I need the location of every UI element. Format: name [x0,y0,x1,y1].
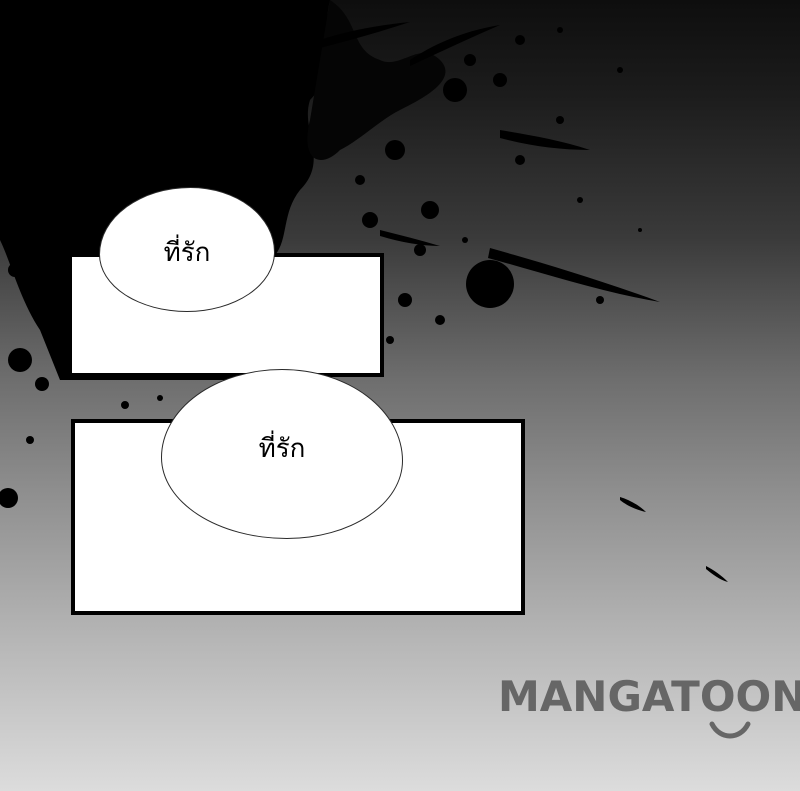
speech-bubble-top: ที่รัก [99,187,275,312]
speech-bubble-text: ที่รัก [163,237,211,268]
watermark-text: MANGATOON [498,672,800,721]
speech-bubble-text: ที่รัก [258,434,306,464]
mangatoon-watermark: MANGATOON [498,672,800,746]
speech-bubble-bottom: ที่รัก [161,369,403,539]
comic-page: ที่รัก ที่รัก MANGATOON [0,0,800,791]
smile-icon [709,721,751,739]
